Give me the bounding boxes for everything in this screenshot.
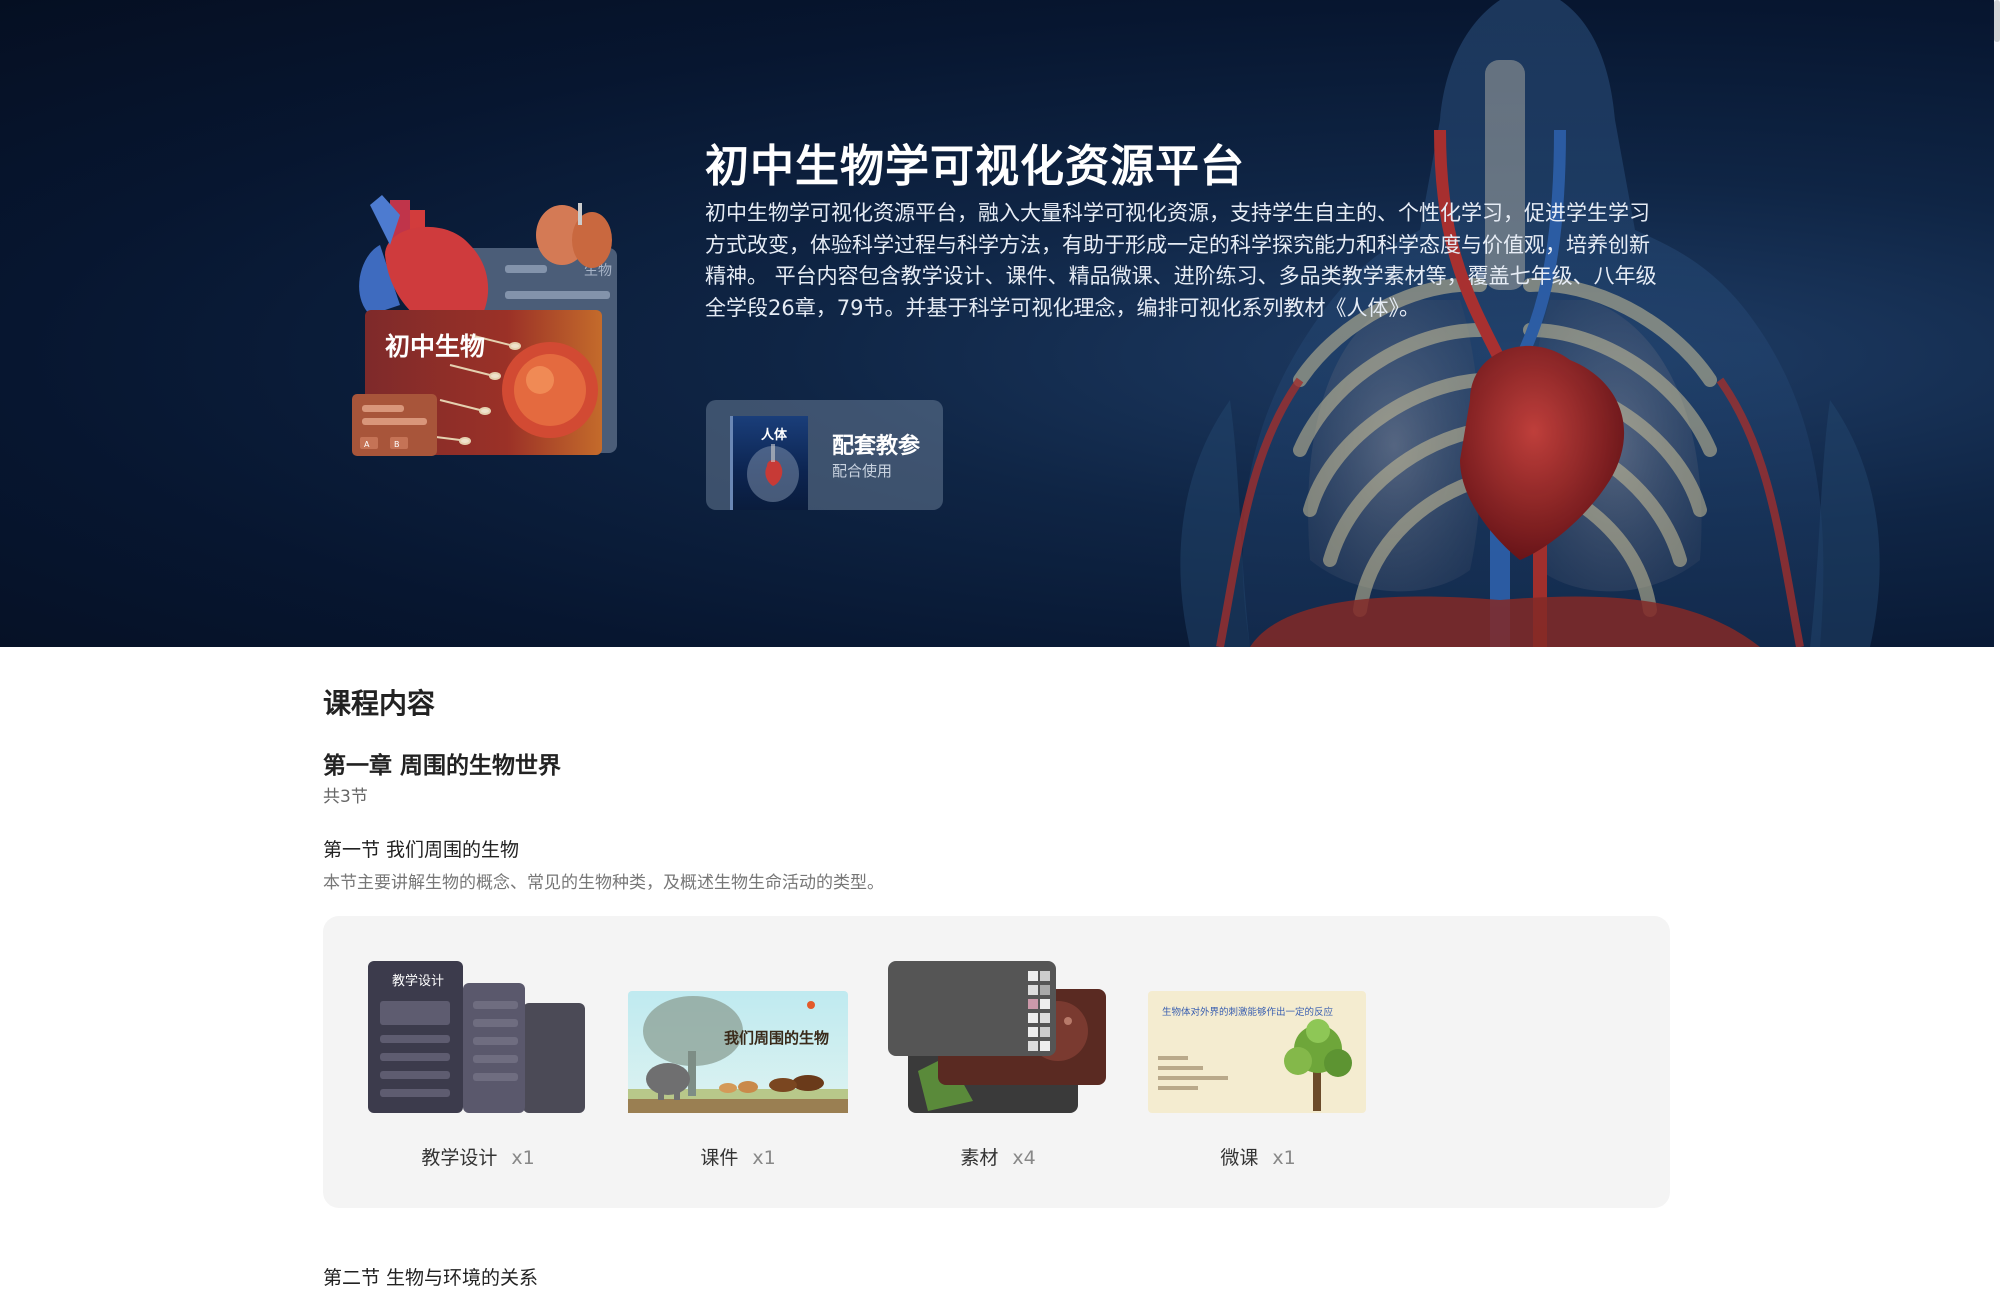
resource-name: 课件: [700, 1147, 739, 1169]
page-title: 初中生物学可视化资源平台: [705, 141, 1245, 192]
cover-title: 初中生物: [385, 332, 485, 361]
resource-count: x1: [752, 1147, 776, 1169]
chapter-title: 第一章 周围的生物世界: [323, 753, 562, 779]
resource-label: 课件 x1: [628, 1143, 848, 1170]
guide-book-cover: 人体: [730, 416, 808, 510]
scrollbar[interactable]: [1994, 0, 2000, 1298]
platform-description: 初中生物学可视化资源平台，融入大量科学可视化资源，支持学生自主的、个性化学习，促…: [705, 201, 1657, 320]
small-option-b: B: [394, 440, 400, 449]
teaching-design-thumbnail: 教学设计: [368, 961, 585, 1113]
guide-card-title: 配套教参: [832, 434, 921, 459]
resource-name: 素材: [960, 1147, 999, 1169]
resource-label: 素材 x4: [888, 1143, 1108, 1170]
teacher-guide-card[interactable]: 人体 配套教参 配合使用: [706, 400, 943, 510]
lesson-title[interactable]: 第一节 我们周围的生物: [323, 835, 519, 862]
lesson-description: 本节主要讲解生物的概念、常见的生物种类，及概述生物生命活动的类型。: [323, 873, 884, 893]
guide-card-subtitle: 配合使用: [832, 462, 893, 480]
materials-thumbnail: [888, 961, 1106, 1113]
thumb-text-courseware: 我们周围的生物: [724, 1029, 829, 1047]
thumb-text-design: 教学设计: [392, 973, 444, 989]
resource-materials[interactable]: 素材 x4: [888, 961, 1108, 1169]
hero-banner: 生物 初中生物 A B 初中生物学可视化资源平台 初中生物学可视化资源平台，融入…: [0, 0, 1994, 647]
courseware-thumbnail: 我们周围的生物: [628, 991, 848, 1113]
resource-teaching-design[interactable]: 教学设计 教学设计 x1: [368, 961, 588, 1169]
biology-cover-art: 生物 初中生物 A B: [352, 195, 617, 456]
course-content-heading: 课程内容: [323, 687, 436, 720]
resource-count: x1: [511, 1147, 535, 1169]
resource-count: x4: [1012, 1147, 1036, 1169]
resource-label: 教学设计 x1: [368, 1143, 588, 1170]
resource-label: 微课 x1: [1148, 1143, 1368, 1170]
chapter-section-count: 共3节: [323, 787, 368, 807]
small-option-a: A: [364, 440, 370, 449]
resource-micro-lesson[interactable]: 生物体对外界的刺激能够作出一定的反应 微课 x1: [1148, 961, 1368, 1169]
micro-lesson-thumbnail: 生物体对外界的刺激能够作出一定的反应: [1148, 991, 1366, 1113]
resource-panel: 教学设计 教学设计 x1 我们周围的生物 课件 x1 素材 x4 生物体对外界的…: [323, 916, 1670, 1208]
thumb-text-micro: 生物体对外界的刺激能够作出一定的反应: [1162, 1006, 1334, 1018]
resource-count: x1: [1272, 1147, 1296, 1169]
scrollbar-thumb[interactable]: [1994, 0, 2000, 42]
lesson-title-2[interactable]: 第二节 生物与环境的关系: [323, 1263, 538, 1290]
resource-courseware[interactable]: 我们周围的生物 课件 x1: [628, 961, 848, 1169]
resource-name: 微课: [1220, 1147, 1259, 1169]
resource-name: 教学设计: [421, 1147, 498, 1169]
